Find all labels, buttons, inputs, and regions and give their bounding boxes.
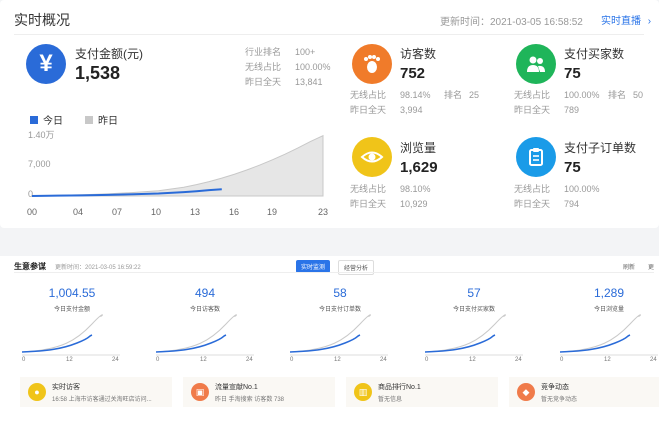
mini-tick-label: 0 bbox=[560, 357, 564, 363]
mini-series-today bbox=[559, 334, 631, 353]
alert-realtime-visitor[interactable]: ● 实时访客 16:58 上海市访客通过关淘旺店访问... bbox=[20, 377, 172, 407]
mini-series-today bbox=[289, 334, 361, 353]
pageviews-wireless: 无线占比 98.10% bbox=[350, 184, 431, 194]
mini-series-yesterday bbox=[21, 314, 103, 353]
mini-tick-label: 0 bbox=[156, 357, 160, 363]
business-advisor-card: 生意参谋 更新时间：2021-03-05 16:59:22 实时监测 经营分析 … bbox=[0, 256, 659, 426]
alert-title: 流量宣献No.1 bbox=[215, 384, 258, 391]
realtime-overview-card: 实时概况 更新时间：2021-03-05 16:58:52 实时直播 › ¥ 支… bbox=[0, 0, 659, 228]
alert-subtitle: 昨日 手淘搜索 访客数 738 bbox=[215, 397, 285, 403]
buyers-value: 75 bbox=[564, 65, 581, 82]
orders-wireless: 无线占比 100.00% bbox=[514, 184, 600, 194]
alert-title: 竞争动态 bbox=[541, 384, 569, 391]
buyers-rank: 排名 50 bbox=[608, 90, 644, 100]
alert-product-rank[interactable]: ▥ 商品排行No.1 暂无信息 bbox=[346, 377, 498, 407]
pageviews-value: 1,629 bbox=[400, 159, 438, 176]
mini-series-yesterday bbox=[155, 314, 237, 353]
mini-tick-label: 24 bbox=[650, 357, 657, 363]
alert-traffic-contribution[interactable]: ▣ 流量宣献No.1 昨日 手淘搜索 访客数 738 bbox=[183, 377, 335, 407]
clipboard-icon bbox=[516, 137, 556, 177]
x-tick-label: 23 bbox=[318, 207, 329, 217]
mini-series-today bbox=[21, 334, 93, 353]
x-tick-label: 13 bbox=[190, 207, 201, 217]
alert-competition[interactable]: ◆ 竞争动态 暂无竞争动态 bbox=[509, 377, 659, 407]
buyers-wireless: 无线占比 100.00% bbox=[514, 90, 600, 100]
visitors-label: 访客数 bbox=[400, 47, 437, 61]
alert-subtitle: 暂无竞争动态 bbox=[541, 397, 578, 403]
mini-tick-label: 24 bbox=[380, 357, 387, 363]
mini-series-yesterday bbox=[289, 314, 371, 353]
payment-trend-chart bbox=[31, 134, 324, 197]
x-tick-label: 19 bbox=[267, 207, 278, 217]
traffic-icon: ▣ bbox=[191, 383, 209, 401]
mini-series-today bbox=[424, 334, 496, 353]
alert-title: 商品排行No.1 bbox=[378, 384, 421, 391]
buyers-label: 支付买家数 bbox=[564, 47, 625, 61]
mini-tick-label: 12 bbox=[604, 357, 611, 363]
x-tick-label: 00 bbox=[27, 207, 38, 217]
eye-icon bbox=[352, 137, 392, 177]
bar-chart-icon: ▥ bbox=[354, 383, 372, 401]
pageviews-yesterday: 昨日全天 10,929 bbox=[350, 199, 428, 209]
buyers-yesterday: 昨日全天 789 bbox=[514, 105, 580, 115]
mini-tick-label: 0 bbox=[425, 357, 429, 363]
user-icon: ● bbox=[28, 383, 46, 401]
mini-series-yesterday bbox=[559, 314, 641, 353]
mini-tick-label: 12 bbox=[66, 357, 73, 363]
mini-tick-label: 12 bbox=[469, 357, 476, 363]
pageviews-label: 浏览量 bbox=[400, 141, 437, 155]
mini-tick-label: 0 bbox=[22, 357, 26, 363]
orders-value: 75 bbox=[564, 159, 581, 176]
mini-tick-label: 12 bbox=[334, 357, 341, 363]
x-tick-label: 16 bbox=[229, 207, 240, 217]
mini-tick-label: 24 bbox=[246, 357, 253, 363]
orders-yesterday: 昨日全天 794 bbox=[514, 199, 580, 209]
orders-label: 支付子订单数 bbox=[564, 141, 637, 155]
visitors-value: 752 bbox=[400, 65, 426, 82]
mini-series-yesterday bbox=[424, 314, 506, 353]
alert-title: 实时访客 bbox=[52, 384, 80, 391]
visitors-wireless: 无线占比 98.14% bbox=[350, 90, 431, 100]
visitors-yesterday: 昨日全天 3,994 bbox=[350, 105, 423, 115]
users-icon bbox=[516, 44, 556, 84]
footprint-icon bbox=[352, 44, 392, 84]
visitors-rank: 排名 25 bbox=[444, 90, 480, 100]
mini-tick-label: 0 bbox=[290, 357, 294, 363]
x-tick-label: 07 bbox=[112, 207, 123, 217]
x-tick-label: 10 bbox=[151, 207, 162, 217]
mini-series-today bbox=[155, 334, 227, 353]
mini-tick-label: 24 bbox=[515, 357, 522, 363]
alert-subtitle: 16:58 上海市访客通过关淘旺店访问... bbox=[52, 397, 152, 403]
x-tick-label: 04 bbox=[73, 207, 84, 217]
mini-tick-label: 24 bbox=[112, 357, 119, 363]
series-yesterday-area bbox=[31, 134, 324, 197]
mini-tick-label: 12 bbox=[200, 357, 207, 363]
alert-subtitle: 暂无信息 bbox=[378, 397, 403, 403]
flame-icon: ◆ bbox=[517, 383, 535, 401]
